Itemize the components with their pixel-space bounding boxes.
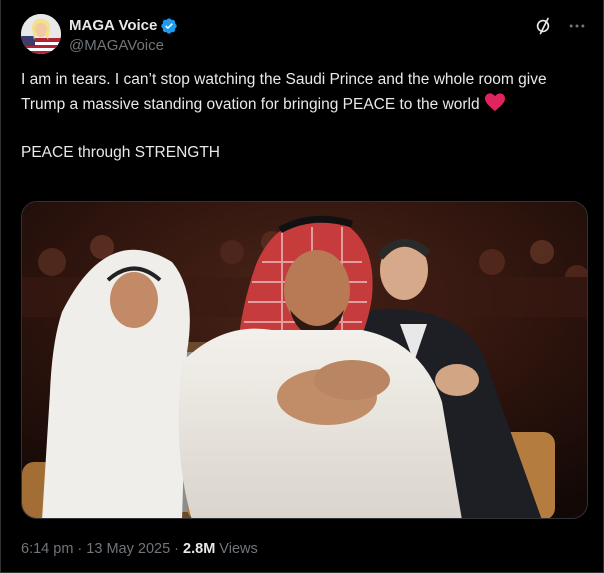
post-time[interactable]: 6:14 pm (21, 541, 73, 557)
verified-badge-icon[interactable] (160, 17, 178, 35)
red-heart-emoji-icon (484, 93, 505, 112)
author-handle[interactable]: @MAGAVoice (69, 36, 178, 56)
name-row: MAGA Voice (69, 16, 178, 36)
avatar[interactable] (21, 14, 61, 54)
post-card: MAGA Voice @MAGAVoice I am in tears. I c… (0, 0, 604, 573)
grok-icon[interactable] (533, 16, 553, 36)
author-display-name[interactable]: MAGA Voice (69, 16, 157, 36)
post-text-line1: I am in tears. I can’t stop watching the… (21, 71, 551, 113)
post-header: MAGA Voice @MAGAVoice (21, 14, 587, 58)
post-media[interactable] (21, 201, 588, 519)
views-label: Views (215, 541, 258, 557)
post-date[interactable]: 13 May 2025 (86, 541, 170, 557)
meta-separator: · (170, 541, 184, 557)
post-text: I am in tears. I can’t stop watching the… (21, 68, 591, 165)
author-info: MAGA Voice @MAGAVoice (69, 14, 178, 58)
post-text-line2: PEACE through STRENGTH (21, 144, 220, 161)
more-icon[interactable] (567, 16, 587, 36)
header-actions (533, 14, 587, 38)
video-still-image (22, 202, 587, 518)
views-count: 2.8M (183, 541, 216, 557)
meta-separator: · (73, 541, 87, 557)
post-meta: 6:14 pm · 13 May 2025 · 2.8M Views (21, 539, 258, 559)
